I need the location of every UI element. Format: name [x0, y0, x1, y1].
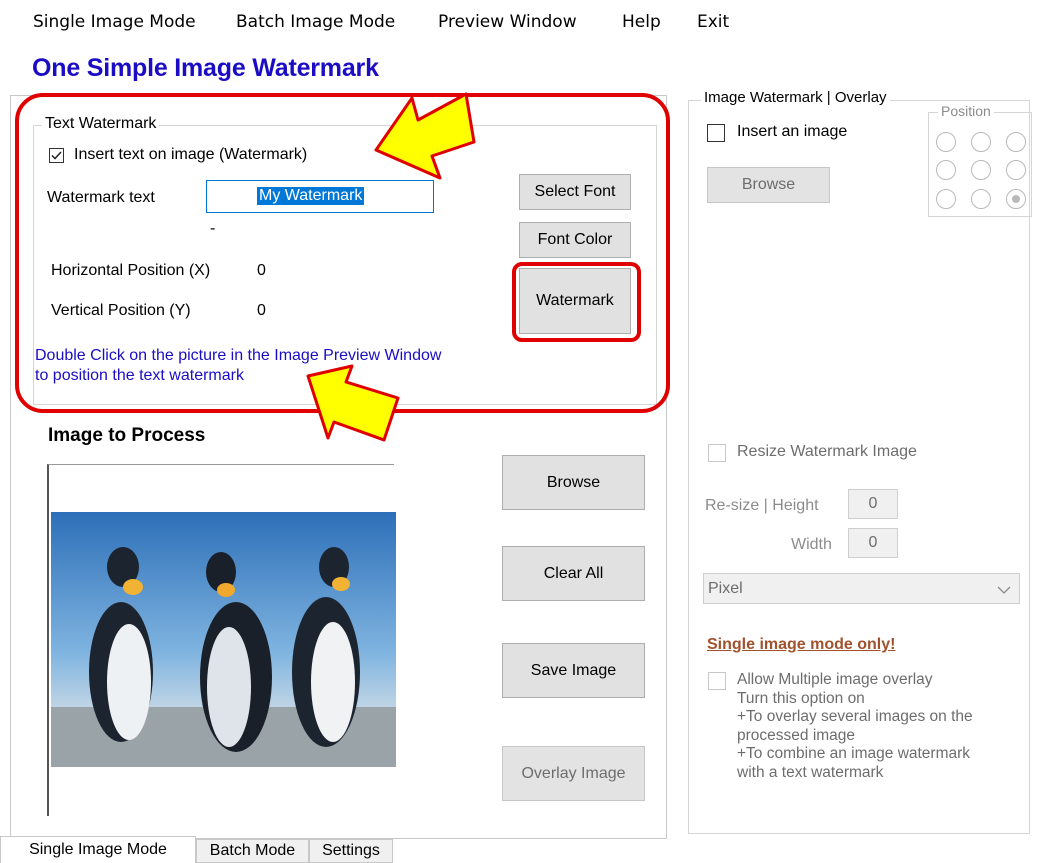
height-input[interactable]: 0	[848, 489, 898, 519]
image-watermark-browse-button[interactable]: Browse	[707, 167, 830, 203]
allow-multiple-line: +To overlay several images on the	[737, 708, 973, 725]
overlay-image-button[interactable]: Overlay Image	[502, 746, 645, 801]
resize-watermark-label[interactable]: Resize Watermark Image	[737, 443, 917, 461]
annotation-arrow-icon	[374, 92, 476, 180]
unit-select-value: Pixel	[708, 580, 743, 597]
clear-all-button[interactable]: Clear All	[502, 546, 645, 601]
width-label: Width	[791, 536, 832, 553]
menu-single-image-mode[interactable]: Single Image Mode	[33, 12, 196, 32]
image-to-process-heading: Image to Process	[48, 425, 206, 446]
allow-multiple-line: with a text watermark	[737, 763, 884, 781]
position-group-label: Position	[938, 103, 994, 119]
tab-single-image-mode[interactable]: Single Image Mode	[0, 836, 196, 863]
position-radio-middle-left[interactable]	[936, 160, 956, 180]
resize-height-label: Re-size | Height	[705, 497, 819, 514]
allow-multiple-line: processed image	[737, 726, 856, 744]
chevron-down-icon	[997, 586, 1011, 594]
insert-image-checkbox[interactable]	[707, 124, 725, 142]
save-image-button[interactable]: Save Image	[502, 643, 645, 698]
position-radio-top-left[interactable]	[936, 132, 956, 152]
penguins-image	[51, 512, 396, 767]
position-radio-bottom-left[interactable]	[936, 189, 956, 209]
allow-multiple-overlay-label: Allow Multiple image overlay	[737, 671, 933, 688]
image-watermark-group-label: Image Watermark | Overlay	[701, 89, 890, 106]
position-radio-middle-right[interactable]	[1006, 160, 1026, 180]
menu-help[interactable]: Help	[622, 12, 661, 32]
tab-settings[interactable]: Settings	[309, 839, 393, 863]
allow-multiple-line: +To combine an image watermark	[737, 745, 971, 762]
annotation-arrow-icon	[306, 364, 400, 442]
position-radio-top-right[interactable]	[1006, 132, 1026, 152]
menu-bar: Single Image Mode Batch Image Mode Previ…	[0, 0, 1042, 44]
position-radio-bottom-center[interactable]	[971, 189, 991, 209]
resize-watermark-checkbox[interactable]	[708, 444, 726, 462]
insert-image-label[interactable]: Insert an image	[737, 123, 847, 141]
tab-batch-mode[interactable]: Batch Mode	[196, 839, 309, 863]
browse-image-button[interactable]: Browse	[502, 455, 645, 510]
width-input[interactable]: 0	[848, 528, 898, 558]
annotation-highlight-watermark-button	[512, 262, 641, 342]
position-radio-top-center[interactable]	[971, 132, 991, 152]
position-radio-bottom-right[interactable]	[1006, 189, 1026, 209]
allow-multiple-overlay-checkbox[interactable]	[708, 672, 726, 690]
single-mode-only-note: Single image mode only!	[707, 636, 896, 653]
unit-select[interactable]: Pixel	[703, 573, 1020, 604]
allow-multiple-overlay-text[interactable]: Allow Multiple image overlay Turn this o…	[737, 671, 973, 782]
app-title: One Simple Image Watermark	[32, 54, 379, 82]
menu-preview-window[interactable]: Preview Window	[438, 12, 577, 32]
position-radio-middle-center[interactable]	[971, 160, 991, 180]
image-preview-box[interactable]	[47, 464, 396, 816]
menu-exit[interactable]: Exit	[697, 12, 729, 32]
allow-multiple-line: Turn this option on	[737, 689, 865, 707]
menu-batch-image-mode[interactable]: Batch Image Mode	[236, 12, 395, 32]
